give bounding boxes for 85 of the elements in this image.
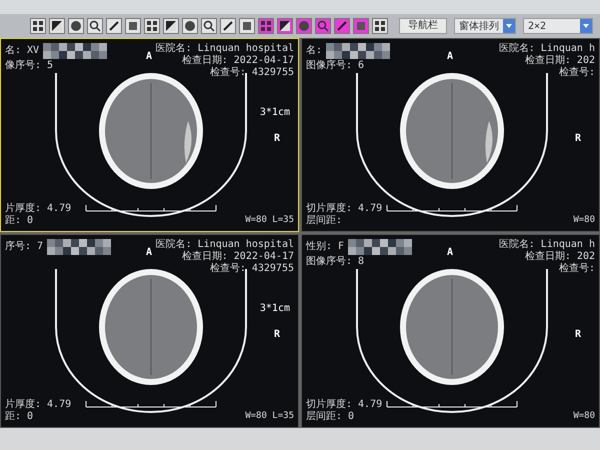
navigation-button[interactable]: 导航栏 <box>399 18 447 34</box>
tool-icon <box>184 20 196 32</box>
study-info-text: 检查号: <box>558 263 595 275</box>
pixelated-redaction <box>47 239 112 255</box>
tool-icon <box>317 20 329 32</box>
tool-button[interactable] <box>106 18 122 34</box>
tool-button[interactable] <box>182 18 198 34</box>
tool-icon <box>241 20 253 32</box>
orientation-label: A <box>146 246 152 260</box>
tool-button[interactable] <box>87 18 103 34</box>
tool-button[interactable] <box>144 18 160 34</box>
tool-button[interactable] <box>277 18 293 34</box>
tool-icon <box>298 20 310 32</box>
patient-info-text: 像序号: 5 <box>5 60 54 72</box>
tool-icon <box>355 20 367 32</box>
tool-icon <box>70 20 82 32</box>
tool-button[interactable] <box>372 18 388 34</box>
patient-info-text: 性别: F <box>306 241 344 253</box>
slice-info-text: 切片厚度: 4.79 <box>306 399 382 411</box>
slice-info-text: 片厚度: 4.79 <box>5 399 72 411</box>
tool-icon <box>165 20 177 32</box>
slice-info-text: 切片厚度: 4.79 <box>306 203 382 215</box>
study-info-text: 检查日期: 202 <box>524 251 595 262</box>
slice-info-text: 距: 0 <box>5 411 34 423</box>
tool-icon <box>51 20 63 32</box>
patient-info-text: 名: XV <box>5 45 40 57</box>
orientation-label: R <box>574 132 581 146</box>
orientation-label: R <box>274 132 280 146</box>
study-info-text: 检查号: 4329755 <box>210 67 294 79</box>
image-viewport[interactable]: 性别: F 图像序号: 8 医院名: Linquan h 检查日期: 202 检查号: A R 切片厚度: 4.79 层间距: 0 W=80 <box>301 234 600 428</box>
patient-info-text: 序号: 7 <box>5 241 44 253</box>
tool-button[interactable] <box>30 18 46 34</box>
tool-button[interactable] <box>201 18 217 34</box>
pixelated-redaction <box>43 43 108 59</box>
orientation-label: A <box>447 50 454 64</box>
tool-button[interactable] <box>49 18 65 34</box>
tool-icon <box>279 20 291 32</box>
study-info-text: 医院名: Linquan hospital <box>156 239 294 250</box>
patient-info-text: 图像序号: 6 <box>306 60 364 72</box>
tool-icon <box>127 20 139 32</box>
window-level-text: W=80 L=35 <box>245 410 294 422</box>
orientation-label: A <box>447 246 454 260</box>
study-info-text: 检查号: 4329755 <box>210 263 294 275</box>
slice-info-text: 片厚度: 4.79 <box>5 203 72 215</box>
patient-info-text: 图像序号: 8 <box>306 256 364 268</box>
tool-icon <box>222 20 234 32</box>
slice-info-text: 层间距: <box>306 215 344 227</box>
tool-icon <box>336 20 348 32</box>
slice-info-text: 层间距: 0 <box>306 411 356 423</box>
image-viewport[interactable]: 名: 图像序号: 6 医院名: Linquan h 检查日期: 202 检查号: A R 切片厚度: 4.79 层间距: W=80 <box>301 38 600 232</box>
orientation-label: A <box>146 50 152 64</box>
tool-button[interactable] <box>68 18 84 34</box>
study-info-text: 检查日期: 202 <box>524 55 595 66</box>
tool-icon <box>260 20 272 32</box>
window-level-text: W=80 L=35 <box>245 214 294 226</box>
orientation-label: R <box>274 328 280 342</box>
pixelated-redaction <box>348 239 412 255</box>
layout-select[interactable]: 窗体排列 <box>454 18 516 34</box>
tool-icon <box>89 20 101 32</box>
window-level-text: W=80 <box>573 410 595 422</box>
study-info-text: 医院名: Linquan hospital <box>156 43 294 54</box>
scale-label: 3*1cm <box>260 302 290 316</box>
study-info-text: 检查日期: 2022-04-17 <box>182 55 294 66</box>
study-info-text: 医院名: Linquan h <box>498 43 595 54</box>
study-info-text: 医院名: Linquan h <box>498 239 595 250</box>
caret-icon <box>503 19 515 33</box>
tool-icon <box>32 20 44 32</box>
pixelated-redaction <box>326 43 390 59</box>
patient-info-text: 名: <box>306 45 322 57</box>
tool-icon <box>374 20 386 32</box>
tool-icon <box>203 20 215 32</box>
tool-button[interactable] <box>239 18 255 34</box>
caret-icon <box>580 19 592 33</box>
tool-button[interactable] <box>163 18 179 34</box>
tool-button[interactable] <box>125 18 141 34</box>
window-level-text: W=80 <box>573 214 595 226</box>
study-info-text: 检查日期: 2022-04-17 <box>182 251 294 262</box>
study-info-text: 检查号: <box>558 67 595 79</box>
tool-icon <box>108 20 120 32</box>
slice-info-text: 距: 0 <box>5 215 34 227</box>
tool-button[interactable] <box>220 18 236 34</box>
tool-icon <box>146 20 158 32</box>
orientation-label: R <box>574 328 581 342</box>
grid-select[interactable]: 2×2 <box>523 18 593 34</box>
scale-label: 3*1cm <box>260 106 290 120</box>
